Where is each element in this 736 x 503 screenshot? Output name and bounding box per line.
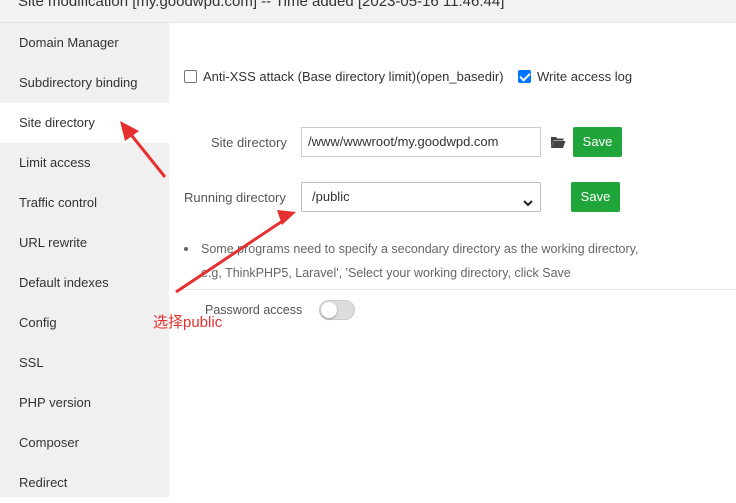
sidebar-item-url-rewrite[interactable]: URL rewrite: [0, 223, 169, 263]
sidebar-item-subdirectory-binding[interactable]: Subdirectory binding: [0, 63, 169, 103]
sidebar-item-redirect[interactable]: Redirect: [0, 463, 169, 503]
sidebar-item-limit-access[interactable]: Limit access: [0, 143, 169, 183]
sidebar-item-domain-manager[interactable]: Domain Manager: [0, 23, 169, 63]
running-directory-select[interactable]: /public: [301, 182, 541, 212]
access-log-label: Write access log: [537, 69, 633, 84]
site-directory-label: Site directory: [211, 135, 287, 150]
sidebar-item-site-directory[interactable]: Site directory: [0, 103, 169, 143]
anti-xss-option[interactable]: Anti-XSS attack (Base directory limit)(o…: [184, 69, 504, 84]
annotation-label: 选择public: [153, 314, 223, 331]
note-bullet: [184, 247, 188, 251]
sidebar-item-config[interactable]: Config: [0, 303, 169, 343]
running-directory-label: Running directory: [184, 190, 286, 205]
toggle-knob: [321, 302, 337, 318]
sidebar-item-php-version[interactable]: PHP version: [0, 383, 169, 423]
divider: [180, 289, 736, 290]
anti-xss-checkbox[interactable]: [184, 70, 197, 83]
sidebar-item-traffic-control[interactable]: Traffic control: [0, 183, 169, 223]
sidebar: Domain Manager Subdirectory binding Site…: [0, 23, 169, 497]
chevron-down-icon: [522, 191, 534, 219]
site-directory-input[interactable]: /www/wwwroot/my.goodwpd.com: [301, 127, 541, 157]
access-log-checkbox[interactable]: [518, 70, 531, 83]
note-line-2: e.g, ThinkPHP5, Laravel', 'Select your w…: [201, 266, 571, 280]
sidebar-item-default-indexes[interactable]: Default indexes: [0, 263, 169, 303]
window-titlebar: Site modification [my.goodwpd.com] -- Ti…: [0, 0, 736, 23]
running-directory-value: /public: [312, 189, 350, 204]
sidebar-item-composer[interactable]: Composer: [0, 423, 169, 463]
anti-xss-label: Anti-XSS attack (Base directory limit)(o…: [203, 69, 504, 84]
password-access-toggle[interactable]: [319, 300, 355, 320]
site-directory-save-button[interactable]: Save: [573, 127, 622, 157]
sidebar-item-ssl[interactable]: SSL: [0, 343, 169, 383]
folder-open-icon[interactable]: [550, 135, 566, 154]
note-line-1: Some programs need to specify a secondar…: [201, 242, 639, 256]
access-log-option[interactable]: Write access log: [518, 69, 632, 84]
running-directory-save-button[interactable]: Save: [571, 182, 620, 212]
window-title: Site modification [my.goodwpd.com] -- Ti…: [18, 0, 505, 10]
